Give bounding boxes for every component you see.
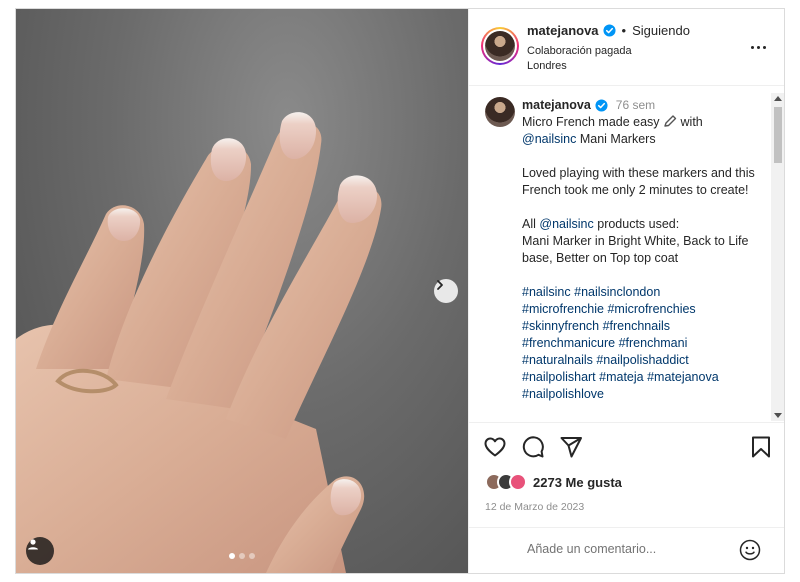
caption-products: Mani Marker in Bright White, Back to Lif… [522,234,749,265]
hashtag-list: #nailsinc #nailsinclondon #microfrenchie… [522,284,762,403]
caption-scrollbar[interactable] [771,93,784,421]
caption-text: matejanova 76 sem Micro French made easy… [522,97,762,403]
tagged-users-button[interactable] [26,537,54,565]
author-username[interactable]: matejanova [527,23,599,38]
emoji-button[interactable] [739,539,761,561]
user-tag-icon [28,539,38,550]
verified-icon [595,99,608,112]
caption-avatar[interactable] [485,97,515,127]
hashtag-line[interactable]: #nailpolishart #mateja #matejanova [522,369,762,386]
avatar [509,473,527,491]
post-date[interactable]: 12 de Marzo de 2023 [485,501,584,513]
more-icon [750,45,754,49]
share-button[interactable] [559,435,583,459]
hashtag-line[interactable]: #nailsinc #nailsinclondon [522,284,762,301]
post-side-panel: matejanova • Siguiendo Colaboración paga… [468,9,784,573]
mention-link[interactable]: @nailsinc [539,217,593,231]
post-header: matejanova • Siguiendo Colaboración paga… [469,9,784,86]
hashtag-line[interactable]: #frenchmanicure #frenchmani [522,335,762,352]
following-button[interactable]: Siguiendo [632,23,690,38]
carousel-dots [229,553,255,559]
share-icon [560,437,582,458]
chevron-right-icon [437,280,443,290]
hand-illustration [16,112,382,573]
save-icon [752,436,770,458]
likes-count[interactable]: 2273 Me gusta [533,475,622,490]
comment-box [469,527,784,573]
save-button[interactable] [749,435,773,459]
post-photo [16,9,468,573]
caption-line1-b: with [680,115,703,129]
mention-link[interactable]: @nailsinc [522,132,576,146]
hashtag-line[interactable]: #nailpolishlove [522,386,762,403]
comment-icon [522,436,544,458]
hashtag-line[interactable]: #skinnyfrench #frenchnails [522,318,762,335]
caption-username[interactable]: matejanova [522,97,591,114]
separator-dot: • [621,23,627,38]
scroll-thumb[interactable] [774,107,782,163]
pencil-emoji [664,115,677,127]
likes-summary[interactable]: 2273 Me gusta [485,473,622,491]
carousel-dot-active [229,553,235,559]
scroll-up-arrow[interactable] [774,96,782,101]
post-time[interactable]: 76 sem [616,97,655,114]
caption-para3-b: products used: [593,217,680,231]
author-avatar[interactable] [481,27,519,65]
paid-partnership-label[interactable]: Colaboración pagada [527,44,690,59]
location-link[interactable]: Londres [527,59,690,74]
more-options-button[interactable] [748,37,768,57]
comment-button[interactable] [521,435,545,459]
like-button[interactable] [483,435,507,459]
scroll-down-arrow[interactable] [774,413,782,418]
heart-icon [484,437,506,457]
hashtag-line[interactable]: #microfrenchie #microfrenchies [522,301,762,318]
caption-line2: Mani Markers [576,132,656,146]
caption-line1-a: Micro French made easy [522,115,660,129]
caption-para3-a: All [522,217,540,231]
caption-scroll-area[interactable]: matejanova 76 sem Micro French made easy… [469,87,784,421]
carousel-dot [249,553,255,559]
post-dialog: matejanova • Siguiendo Colaboración paga… [15,8,785,574]
emoji-icon [739,539,761,561]
carousel-dot [239,553,245,559]
hashtag-line[interactable]: #naturalnails #nailpolishaddict [522,352,762,369]
comment-input[interactable] [527,542,727,556]
next-slide-button[interactable] [434,279,458,303]
verified-icon [603,24,616,37]
avatar [485,31,515,61]
caption-paragraph: Loved playing with these markers and thi… [522,166,755,197]
